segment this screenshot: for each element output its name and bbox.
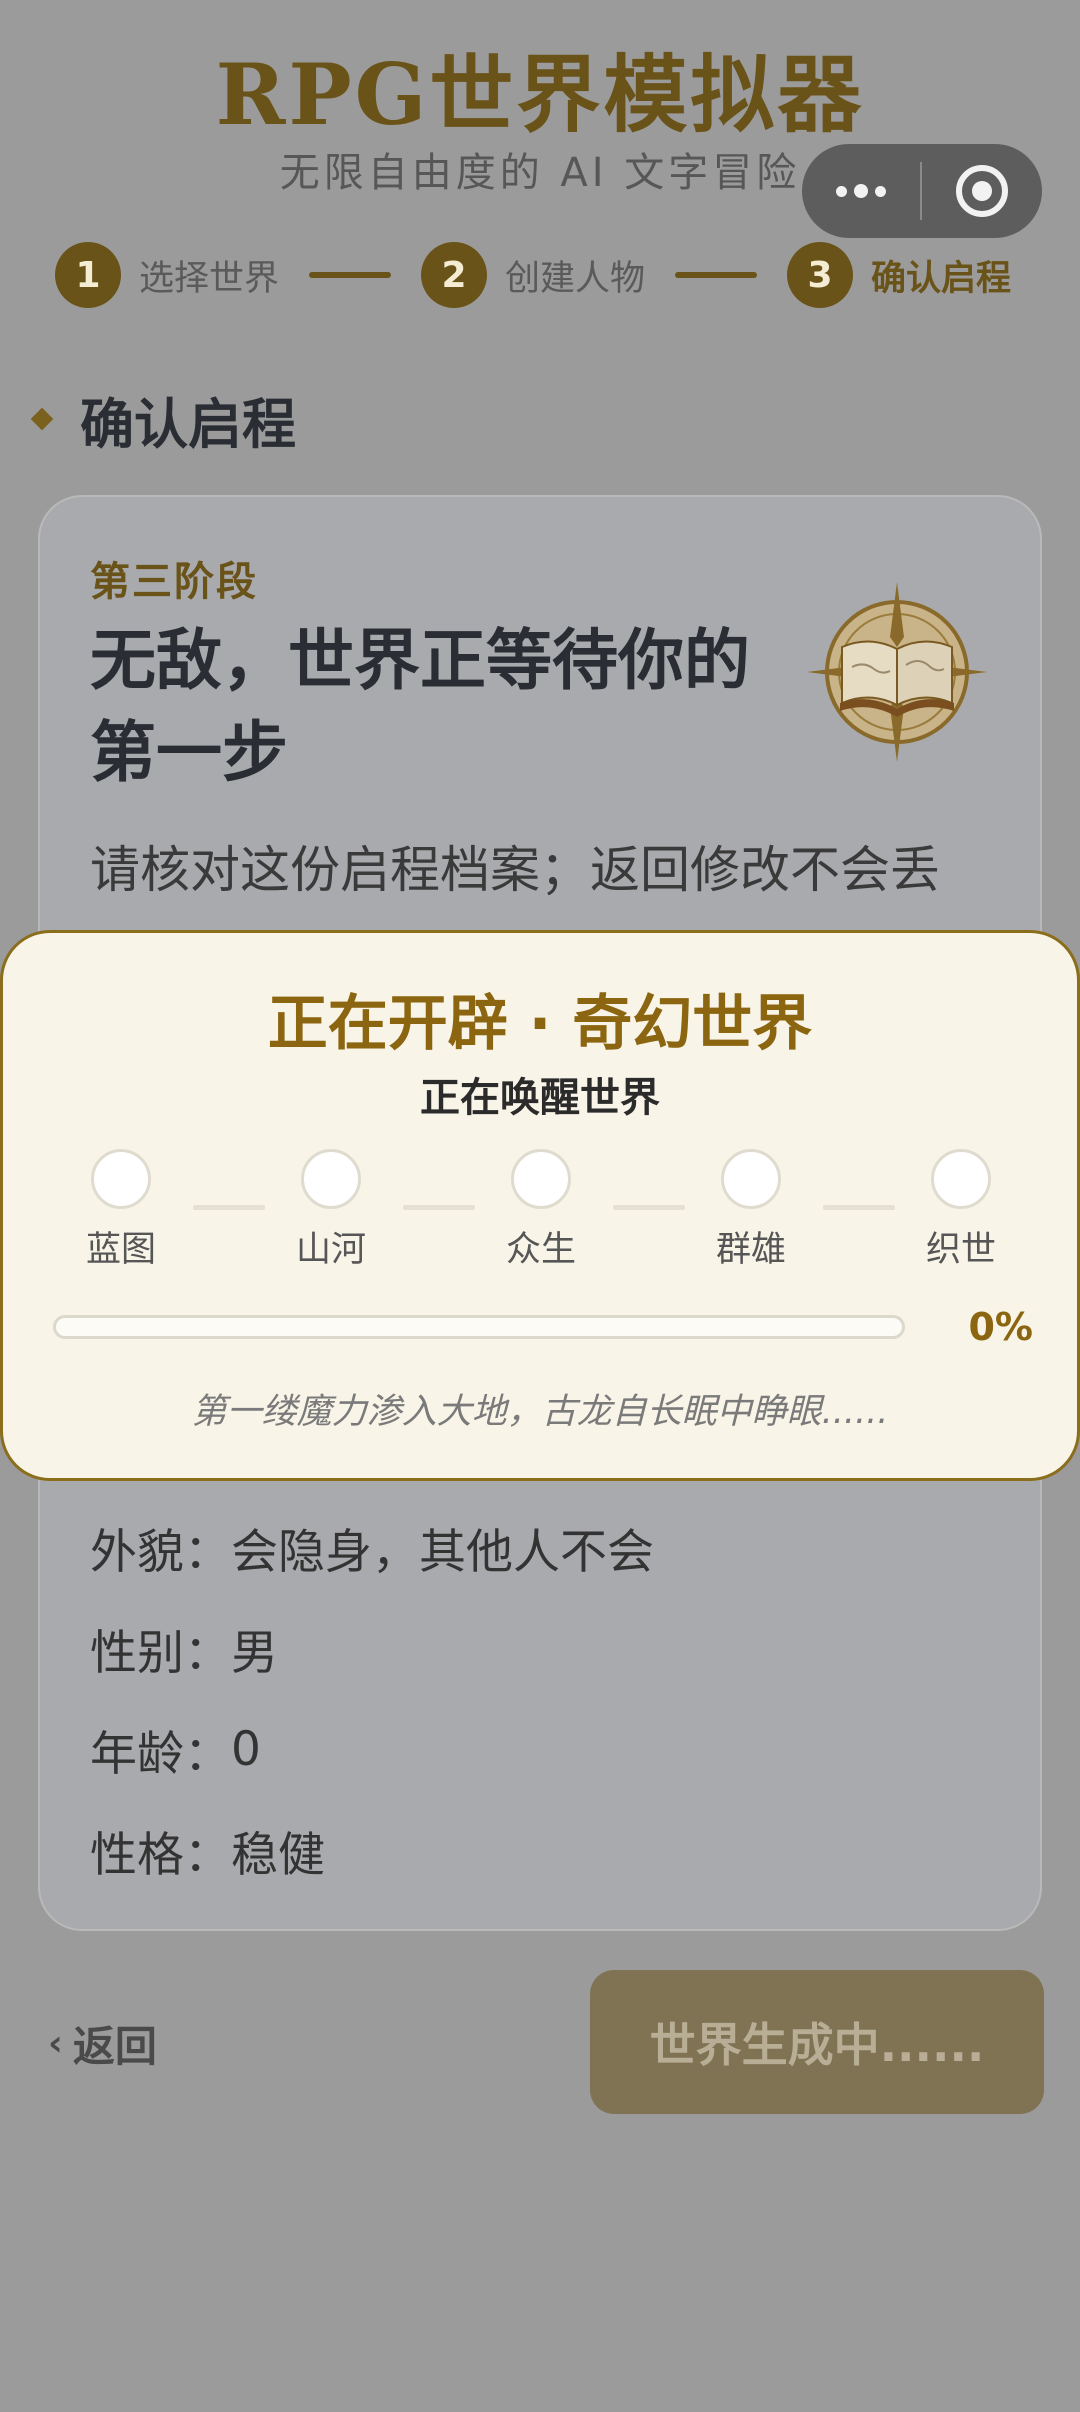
- field-value: 男: [231, 1626, 278, 1681]
- dialog-title: 正在开辟 · 奇幻世界: [267, 989, 813, 1059]
- step-3-label: 确认启程: [871, 258, 1012, 299]
- phase-heroes: 群雄: [691, 1149, 811, 1272]
- phase-dot: [91, 1149, 151, 1209]
- phase-connector: [193, 1205, 265, 1210]
- more-dots-icon[interactable]: [802, 144, 920, 238]
- target-icon[interactable]: [922, 144, 1042, 238]
- chevron-left-icon: ‹: [48, 2022, 63, 2064]
- section-heading: 确认启程: [30, 388, 296, 456]
- phase-mountains: 山河: [271, 1149, 391, 1272]
- field-key: 性别: [90, 1614, 231, 1683]
- step-connector: [675, 272, 758, 278]
- dialog-status: 正在唤醒世界: [420, 1075, 660, 1121]
- phase-dot: [511, 1149, 571, 1209]
- app-title: RPG世界模拟器: [215, 45, 865, 144]
- phase-beings: 众生: [481, 1149, 601, 1272]
- step-2-label: 创建人物: [505, 258, 646, 299]
- phase-connector: [823, 1205, 895, 1210]
- world-generation-dialog: 正在开辟 · 奇幻世界 正在唤醒世界 蓝图 山河 众生 群雄 织世 0% 第一缕…: [0, 930, 1080, 1481]
- step-2-number: 2: [421, 242, 488, 308]
- field-value: 稳健: [231, 1828, 325, 1883]
- field-gender: 性别 男: [90, 1598, 654, 1699]
- field-key: 外貌: [90, 1513, 231, 1582]
- phase-dot: [721, 1149, 781, 1209]
- field-appearance: 外貌 会隐身，其他人不会: [90, 1497, 654, 1598]
- step-1-label: 选择世界: [139, 258, 280, 299]
- field-age: 年龄 0: [90, 1699, 654, 1800]
- phase-weaving: 织世: [901, 1149, 1021, 1272]
- field-value: 0: [231, 1722, 261, 1777]
- progress-bar: [53, 1315, 905, 1339]
- stage-label: 第三阶段: [90, 559, 258, 605]
- miniprogram-capsule: [802, 144, 1042, 238]
- phase-connector: [613, 1205, 685, 1210]
- diamond-icon: [30, 407, 54, 431]
- field-personality: 性格 稳健: [90, 1800, 654, 1901]
- phase-label: 山河: [295, 1230, 366, 1270]
- field-value: 会隐身，其他人不会: [231, 1525, 654, 1580]
- progress-percent: 0%: [968, 1305, 1033, 1349]
- field-key: 性格: [90, 1816, 231, 1885]
- phase-label: 众生: [505, 1230, 576, 1270]
- open-book-compass-icon: [807, 582, 987, 762]
- step-3-number: 3: [787, 242, 854, 308]
- step-indicator: 1 选择世界 2 创建人物 3 确认启程: [55, 241, 1035, 309]
- profile-fields: 外貌 会隐身，其他人不会 性别 男 年龄 0 性格 稳健: [90, 1497, 654, 1901]
- phase-label: 织世: [925, 1230, 996, 1270]
- flavor-text: 第一缕魔力渗入大地，古龙自长眠中睁眼......: [191, 1392, 889, 1432]
- generate-world-button[interactable]: 世界生成中......: [590, 1970, 1044, 2114]
- phase-indicator: 蓝图 山河 众生 群雄 织世: [3, 1149, 1080, 1279]
- phase-label: 群雄: [715, 1230, 786, 1270]
- section-title: 确认启程: [80, 392, 296, 456]
- step-1-number: 1: [55, 242, 121, 308]
- back-label: 返回: [72, 2021, 157, 2071]
- phase-dot: [931, 1149, 991, 1209]
- phase-blueprint: 蓝图: [61, 1149, 181, 1272]
- back-button[interactable]: ‹ 返回: [48, 2010, 157, 2076]
- card-headline: 无敌，世界正等待你的第一步: [90, 622, 750, 791]
- phase-connector: [403, 1205, 475, 1210]
- step-connector: [309, 272, 392, 278]
- phase-label: 蓝图: [85, 1230, 156, 1270]
- phase-dot: [301, 1149, 361, 1209]
- card-description: 请核对这份启程档案；返回修改不会丢: [90, 841, 940, 899]
- field-key: 年龄: [90, 1715, 231, 1784]
